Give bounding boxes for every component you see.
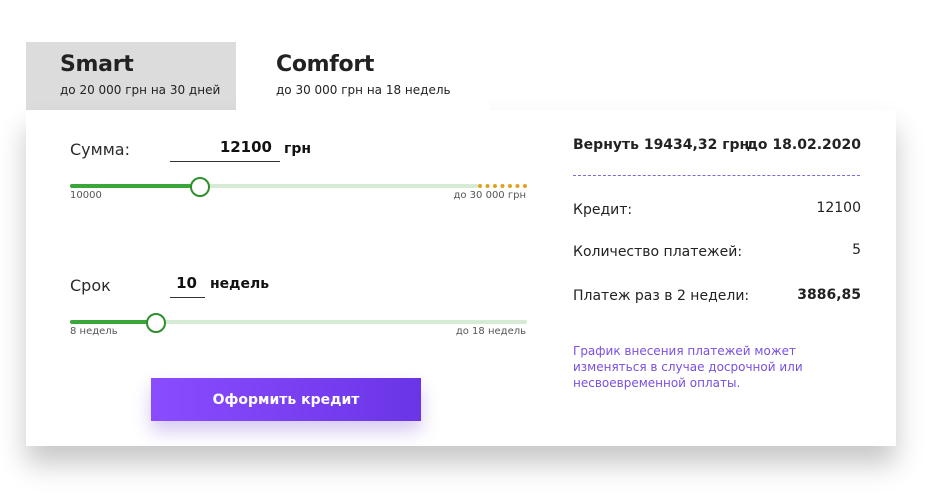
tab-comfort-subtitle: до 30 000 грн на 18 недель	[276, 83, 451, 97]
term-slider-thumb[interactable]	[146, 313, 166, 333]
payment-label: Платеж раз в 2 недели:	[573, 288, 750, 304]
term-min-label: 8 недель	[70, 326, 118, 337]
return-amount: Вернуть 19434,32 грн	[573, 137, 750, 153]
tab-comfort[interactable]: Comfort до 30 000 грн на 18 недель	[236, 42, 490, 110]
amount-unit: грн	[284, 141, 312, 157]
amount-slider-limit-zone	[478, 184, 527, 188]
tab-smart[interactable]: Smart до 20 000 грн на 30 дней	[26, 42, 236, 110]
payment-value: 3886,85	[797, 287, 861, 303]
amount-input[interactable]: 12100	[170, 136, 280, 162]
term-label: Срок	[70, 276, 111, 295]
submit-credit-button[interactable]: Оформить кредит	[151, 378, 421, 421]
payment-schedule-note: График внесения платежей может изменятьс…	[573, 344, 803, 390]
payments-count-value: 5	[852, 242, 861, 258]
term-max-label: до 18 недель	[455, 326, 526, 337]
credit-value: 12100	[816, 200, 861, 216]
amount-slider-fill	[70, 184, 201, 188]
tab-smart-title: Smart	[60, 52, 134, 77]
amount-label: Сумма:	[70, 140, 130, 159]
amount-max-label: до 30 000 грн	[453, 190, 526, 201]
term-slider-fill	[70, 320, 156, 324]
credit-label: Кредит:	[573, 202, 633, 218]
term-unit: недель	[210, 276, 270, 292]
amount-min-label: 10000	[70, 190, 102, 201]
term-input[interactable]: 10	[170, 272, 205, 298]
summary-divider	[573, 175, 860, 176]
payments-count-label: Количество платежей:	[573, 244, 743, 260]
return-date: до 18.02.2020	[746, 137, 861, 153]
tab-smart-subtitle: до 20 000 грн на 30 дней	[60, 83, 221, 97]
tab-comfort-title: Comfort	[276, 52, 375, 77]
